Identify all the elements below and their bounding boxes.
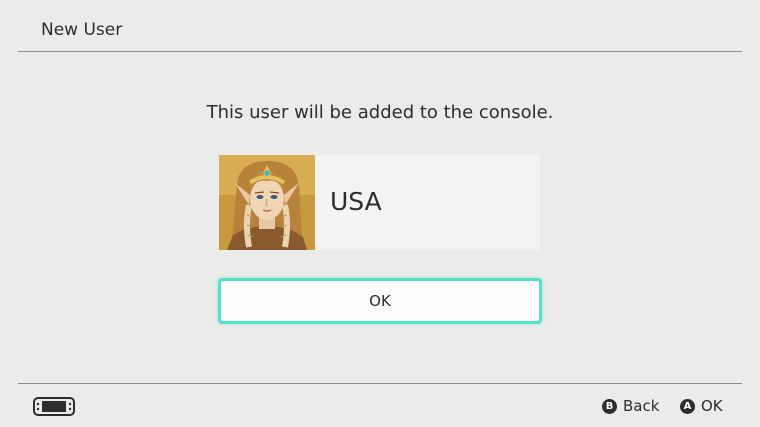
user-name: USA bbox=[330, 187, 382, 216]
back-hint[interactable]: B Back bbox=[602, 397, 659, 415]
new-user-screen: New User This user will be added to the … bbox=[0, 0, 760, 427]
page-title: New User bbox=[41, 20, 123, 40]
footer-bar: B Back A OK bbox=[18, 383, 742, 427]
user-card: USA bbox=[219, 155, 540, 250]
confirmation-message: This user will be added to the console. bbox=[206, 102, 554, 123]
ok-hint[interactable]: A OK bbox=[680, 397, 723, 415]
ok-button[interactable]: OK bbox=[218, 278, 542, 324]
b-button-icon: B bbox=[602, 398, 617, 414]
a-button-icon: A bbox=[680, 398, 695, 414]
header-bar: New User bbox=[18, 0, 742, 52]
back-label: Back bbox=[623, 397, 660, 415]
character-portrait-icon bbox=[219, 155, 315, 250]
handheld-console-icon bbox=[33, 397, 75, 420]
ok-label: OK bbox=[701, 397, 723, 415]
user-avatar bbox=[219, 155, 315, 250]
